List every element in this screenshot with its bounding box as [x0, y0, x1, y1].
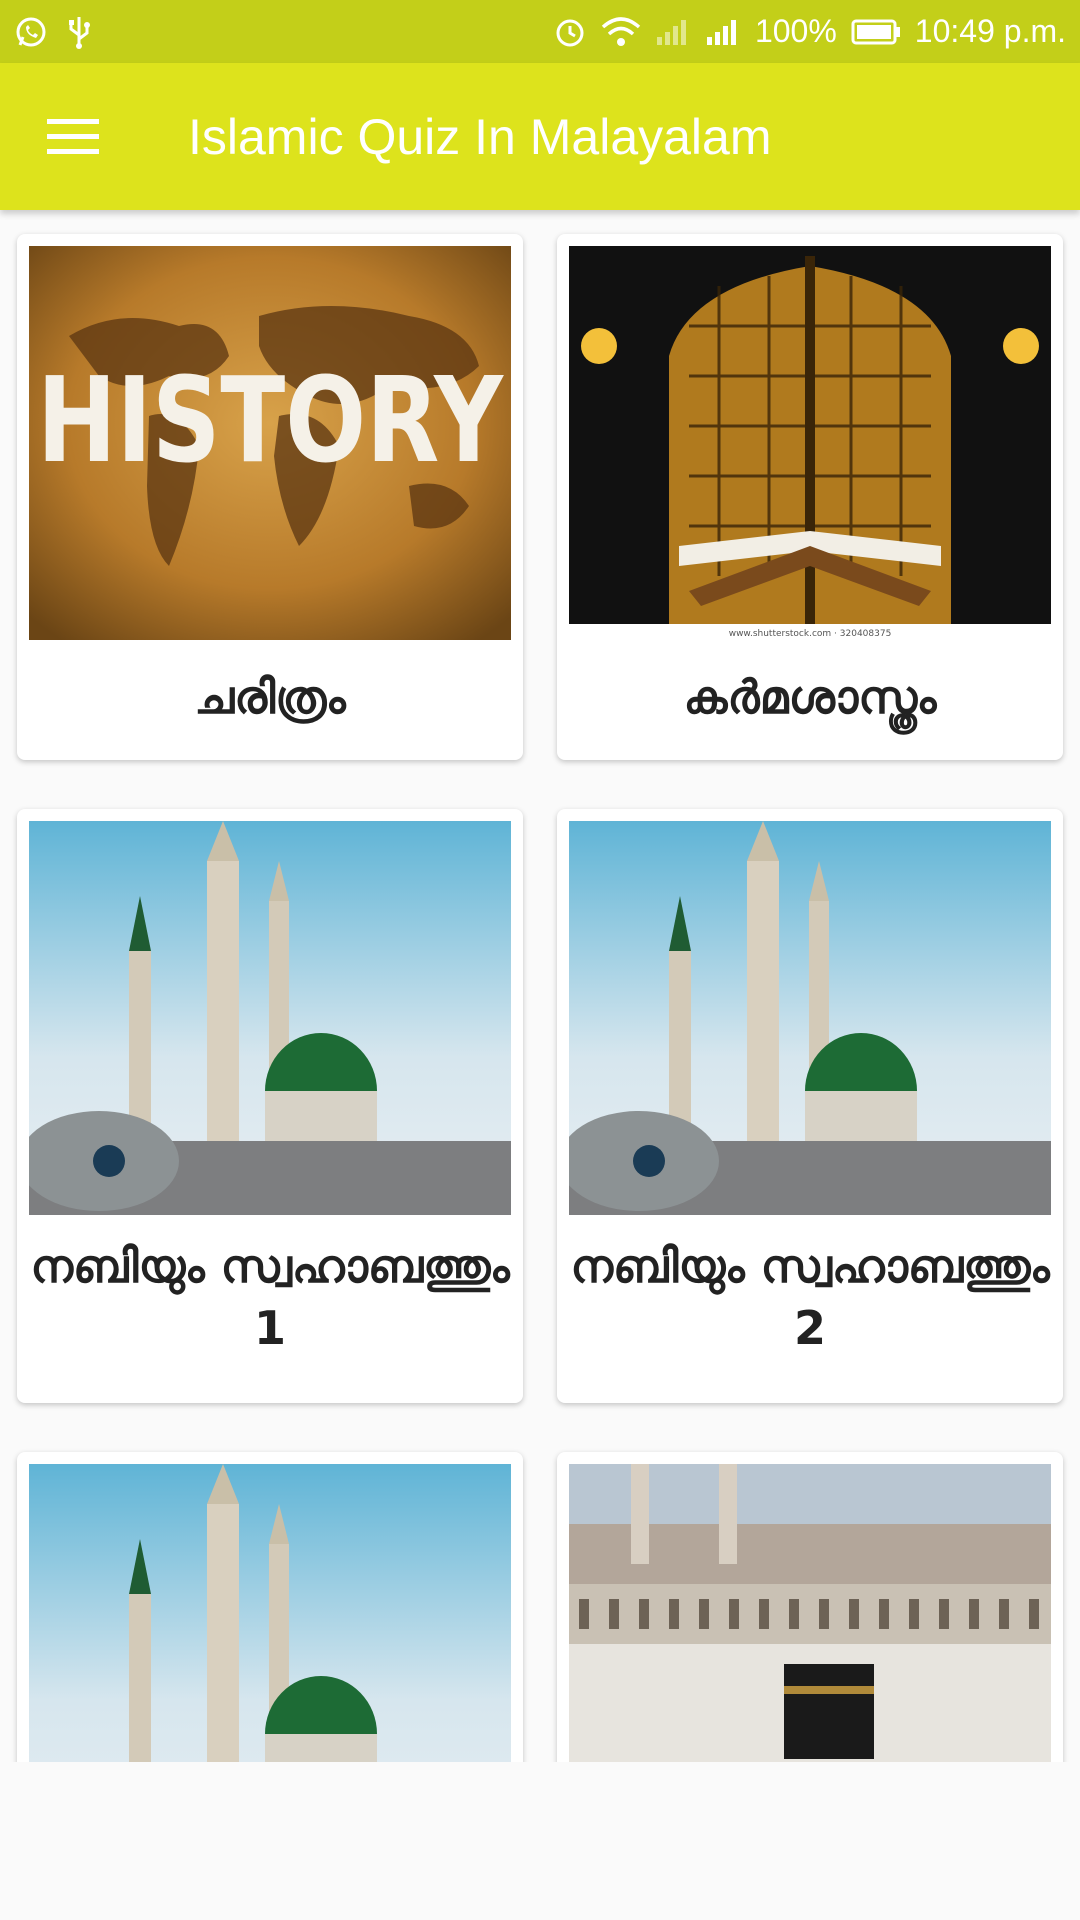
status-bar: 100% 10:49 p.m.	[0, 0, 1080, 63]
category-label: ചരിത്രം	[194, 670, 346, 724]
category-card-fiqh[interactable]: www.shutterstock.com · 320408375 കർമശാസ്…	[557, 234, 1063, 760]
green-dome-mosque-image	[569, 821, 1051, 1215]
hamburger-menu-icon	[47, 118, 99, 154]
clock: 10:49 p.m.	[914, 13, 1066, 49]
history-image: HISTORY	[29, 246, 511, 640]
category-card-prophet-1[interactable]: നബിയും സ്വഹാബത്തും 1	[17, 809, 523, 1403]
signal-off-icon	[655, 17, 691, 47]
wifi-icon	[601, 15, 641, 49]
app-title: Islamic Quiz In Malayalam	[188, 108, 772, 165]
kaaba-image	[569, 1464, 1051, 1762]
category-grid[interactable]: HISTORY ചരിത്രം www.shutterstock.com · 3…	[0, 210, 1080, 1762]
green-dome-mosque-image	[29, 821, 511, 1215]
category-card-prophet-2[interactable]: നബിയും സ്വഹാബത്തും 2	[557, 809, 1063, 1403]
alarm-icon	[553, 15, 587, 49]
usb-icon	[66, 15, 92, 49]
quran-image: www.shutterstock.com · 320408375	[569, 246, 1051, 640]
bottom-blank-area	[0, 1762, 1080, 1920]
svg-text:www.shutterstock.com · 3204083: www.shutterstock.com · 320408375	[729, 629, 892, 639]
hamburger-menu-button[interactable]	[18, 63, 128, 210]
battery-percent: 100%	[754, 13, 837, 49]
category-card-5[interactable]	[17, 1452, 523, 1762]
whatsapp-icon	[14, 15, 48, 49]
signal-icon	[705, 17, 741, 47]
category-label: കർമശാസ്ത്രം	[683, 670, 937, 724]
green-dome-mosque-image	[29, 1464, 511, 1762]
app-bar: Islamic Quiz In Malayalam	[0, 63, 1080, 210]
category-label: നബിയും സ്വഹാബത്തും 1	[30, 1239, 510, 1355]
category-card-history[interactable]: HISTORY ചരിത്രം	[17, 234, 523, 760]
category-label: നബിയും സ്വഹാബത്തും 2	[570, 1239, 1050, 1355]
category-card-6[interactable]	[557, 1452, 1063, 1762]
svg-text:HISTORY: HISTORY	[37, 351, 504, 489]
battery-icon	[851, 18, 901, 46]
